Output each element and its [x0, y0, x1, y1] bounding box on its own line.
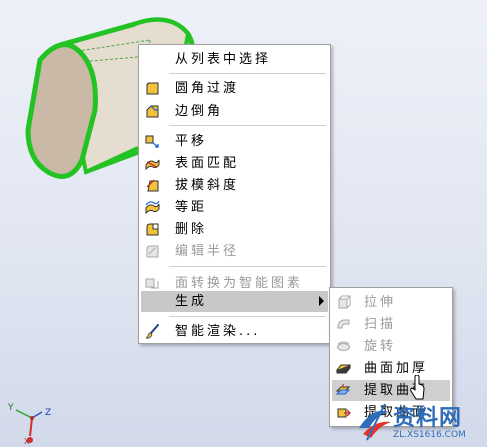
menu-item-fillet[interactable]: 圆角过渡: [141, 78, 328, 99]
delete-face-icon: [146, 223, 159, 236]
menu-item-label: 拔模斜度: [175, 178, 240, 193]
menu-item-label: 平移: [175, 134, 208, 149]
brush-icon: [145, 324, 159, 339]
context-menu: 从列表中选择 圆角过渡 边倒角 平移 表面匹配 拔模斜度 等距 删除 编辑半径 …: [138, 44, 331, 344]
watermark-title: 资料网: [393, 406, 463, 431]
menu-item-chamfer[interactable]: 边倒角: [141, 101, 328, 122]
menu-item-label: 圆角过渡: [175, 81, 240, 96]
extract-surface-icon: [336, 384, 351, 395]
menu-item-delete[interactable]: 删除: [141, 219, 328, 240]
move-icon: [145, 135, 159, 148]
fillet-icon: [146, 82, 159, 95]
menu-item-draft[interactable]: 拔模斜度: [141, 175, 328, 196]
watermark-logo-icon: [359, 403, 391, 441]
sweep-icon: [337, 319, 350, 329]
extract-curve-icon: [337, 408, 351, 418]
menu-item-label: 生成: [175, 294, 208, 309]
menu-item-offset[interactable]: 等距: [141, 197, 328, 218]
submenu-item-label: 拉伸: [364, 295, 397, 310]
menu-separator: [169, 73, 326, 74]
menu-item-label: 等距: [175, 200, 208, 215]
edit-radius-icon: [146, 245, 159, 258]
menu-item-edit-radius[interactable]: 编辑半径: [141, 241, 328, 262]
submenu-item-extrude[interactable]: 拉伸: [332, 292, 450, 313]
extrude-icon: [338, 295, 351, 309]
menu-item-label: 从列表中选择: [175, 52, 272, 67]
menu-item-surface-match[interactable]: 表面匹配: [141, 153, 328, 174]
menu-item-label: 删除: [175, 222, 208, 237]
submenu-item-label: 旋转: [364, 339, 397, 354]
menu-item-label: 智能渲染...: [175, 324, 261, 339]
menu-item-label: 边倒角: [175, 104, 224, 119]
submenu-item-label: 扫描: [364, 317, 397, 332]
menu-item-select-from-list[interactable]: 从列表中选择: [141, 49, 328, 70]
menu-item-generate[interactable]: 生成: [141, 291, 328, 312]
surface-match-icon: [145, 159, 160, 171]
revolve-icon: [337, 341, 350, 351]
submenu-item-revolve[interactable]: 旋转: [332, 336, 450, 357]
menu-item-move[interactable]: 平移: [141, 131, 328, 152]
menu-item-label: 面转换为智能图素: [175, 276, 304, 291]
chamfer-icon: [146, 105, 159, 118]
draft-icon: [146, 179, 159, 192]
submenu-item-sweep[interactable]: 扫描: [332, 314, 450, 335]
menu-item-label: 表面匹配: [175, 156, 240, 171]
submenu-arrow-icon: [319, 296, 324, 306]
submenu-item-thicken[interactable]: 曲面加厚: [332, 358, 450, 379]
offset-icon: [145, 200, 160, 215]
axis-x-label: X: [24, 437, 30, 446]
menu-item-label: 编辑半径: [175, 244, 240, 259]
watermark: 资料网 ZL.XS1616.COM: [355, 398, 487, 447]
convert-face-icon: [145, 278, 159, 289]
thicken-icon: [336, 364, 351, 374]
menu-item-smart-render[interactable]: 智能渲染...: [141, 321, 328, 342]
menu-separator: [169, 125, 326, 126]
watermark-url: ZL.XS1616.COM: [393, 430, 466, 440]
menu-separator: [169, 316, 326, 317]
axis-z-label: Z: [45, 408, 52, 418]
menu-separator: [169, 266, 326, 267]
axis-y-label: Y: [8, 403, 14, 413]
